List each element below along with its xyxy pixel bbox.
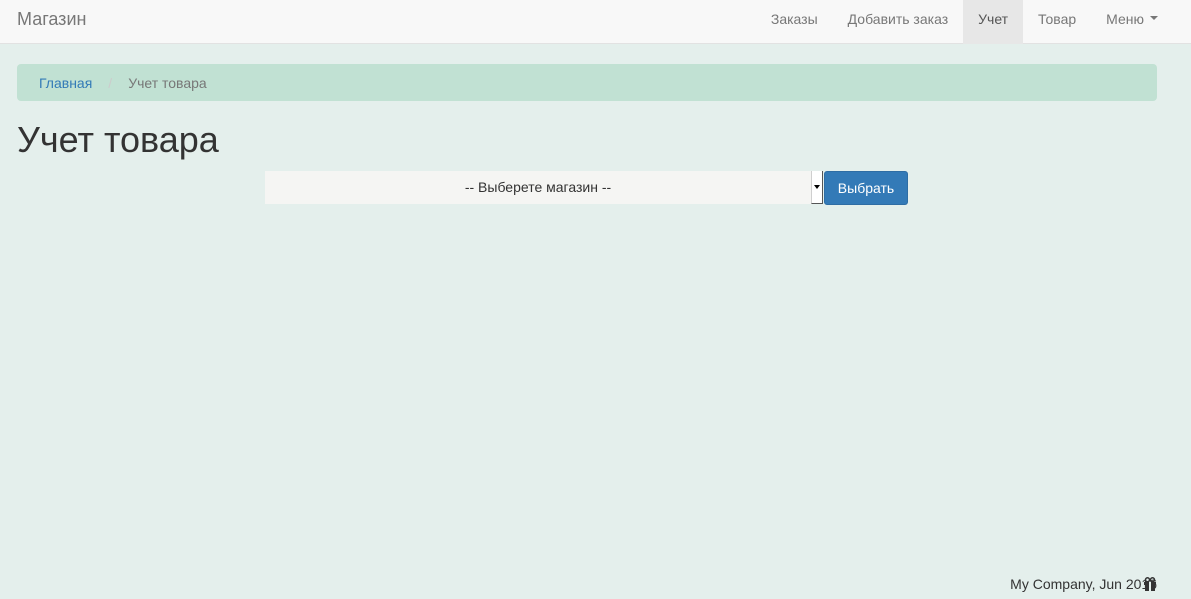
nav-item-menu-dropdown[interactable]: Меню: [1091, 0, 1173, 44]
breadcrumb-current: Учет товара: [128, 74, 207, 91]
nav-item-label: Товар: [1038, 11, 1077, 27]
nav-item-label: Меню: [1106, 11, 1144, 27]
gift-icon: [1144, 577, 1156, 591]
select-submit-button[interactable]: Выбрать: [824, 171, 908, 205]
nav-item-label: Учет: [978, 11, 1009, 27]
nav-item-label: Заказы: [770, 11, 818, 27]
nav-item-goods[interactable]: Товар: [1023, 0, 1091, 44]
brand-link[interactable]: Магазин: [17, 0, 86, 38]
footer-text: My Company, Jun 2016: [1010, 576, 1157, 592]
breadcrumb: Главная / Учет товара: [17, 64, 1157, 101]
chevron-down-icon: [814, 185, 820, 189]
store-select[interactable]: -- Выберете магазин --: [265, 171, 823, 204]
footer: My Company, Jun 2016: [1010, 576, 1157, 592]
nav-item-orders[interactable]: Заказы: [756, 0, 833, 44]
caret-down-icon: [1150, 16, 1158, 20]
navbar: Магазин Заказы Добавить заказ Учет Товар…: [0, 0, 1191, 44]
store-select-value: -- Выберете магазин --: [464, 179, 612, 195]
nav-item-accounting[interactable]: Учет: [963, 0, 1024, 44]
page-title: Учет товара: [17, 119, 219, 160]
select-arrow[interactable]: [811, 171, 823, 204]
nav-item-label: Добавить заказ: [847, 11, 949, 27]
main-nav: Заказы Добавить заказ Учет Товар Меню: [756, 0, 1173, 44]
breadcrumb-home-link[interactable]: Главная: [39, 75, 92, 91]
nav-item-add-order[interactable]: Добавить заказ: [833, 0, 963, 44]
breadcrumb-separator: /: [108, 74, 113, 91]
